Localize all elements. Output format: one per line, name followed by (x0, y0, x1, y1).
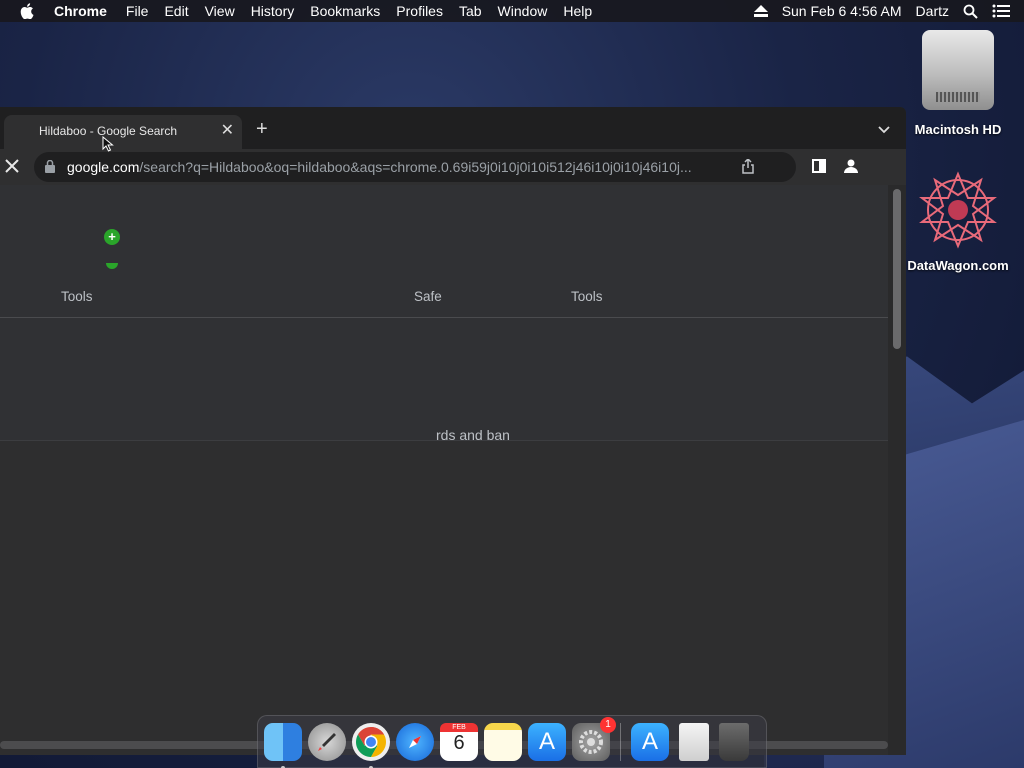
menu-profiles[interactable]: Profiles (396, 3, 443, 19)
page-content: + Tools Safe Tools rds and ban (0, 185, 906, 755)
mouse-pointer-icon (102, 135, 114, 157)
dock-finder-icon[interactable] (264, 722, 302, 768)
result-snippet: rds and ban (436, 427, 510, 443)
address-bar[interactable]: google.com/search?q=Hildaboo&oq=hildaboo… (34, 152, 796, 182)
header-divider (0, 317, 888, 318)
scrollbar-thumb[interactable] (893, 189, 901, 349)
dock-safari-icon[interactable] (396, 722, 434, 761)
hard-drive-icon (922, 30, 994, 110)
desktop-icon-label: DataWagon.com (907, 258, 1009, 273)
eject-icon[interactable] (753, 5, 768, 17)
results-area (0, 441, 888, 755)
dock-system-preferences-icon[interactable]: 1 (572, 716, 616, 761)
menu-window[interactable]: Window (498, 3, 548, 19)
dock-document-icon[interactable] (679, 722, 709, 761)
lock-icon[interactable] (45, 159, 55, 178)
tab-close-icon[interactable]: ✕ (221, 123, 234, 139)
desktop-icon-datawagon[interactable]: DataWagon.com (903, 168, 1013, 273)
dock-chrome-icon[interactable] (352, 722, 390, 768)
dock-notes-icon[interactable] (484, 722, 522, 761)
dock: FEB 6 A 1 A (257, 715, 767, 768)
chrome-window: Hildaboo - Google Search ✕ + google.com/… (0, 107, 906, 755)
tab-search-chevron-icon[interactable] (878, 121, 890, 139)
menu-view[interactable]: View (205, 3, 235, 19)
tab-strip: Hildaboo - Google Search ✕ + (0, 107, 906, 149)
menu-bar: Chrome File Edit View History Bookmarks … (0, 0, 1024, 22)
profile-avatar-icon[interactable] (843, 158, 859, 179)
browser-toolbar: google.com/search?q=Hildaboo&oq=hildaboo… (0, 149, 906, 185)
url-host: google.com (67, 159, 140, 175)
dock-trash-icon[interactable] (719, 722, 749, 761)
address-url[interactable]: google.com/search?q=Hildaboo&oq=hildaboo… (67, 159, 692, 175)
menu-bookmarks[interactable]: Bookmarks (310, 3, 380, 19)
stop-loading-icon[interactable] (4, 158, 20, 174)
menu-app-name[interactable]: Chrome (54, 3, 107, 19)
menu-tab[interactable]: Tab (459, 3, 482, 19)
menu-file[interactable]: File (126, 3, 149, 19)
calendar-day: 6 (453, 731, 465, 754)
spotlight-search-icon[interactable] (963, 4, 978, 19)
vertical-scrollbar[interactable] (888, 185, 906, 755)
safe-search-label[interactable]: Safe (414, 289, 442, 304)
side-panel-icon[interactable] (812, 159, 826, 178)
menu-edit[interactable]: Edit (164, 3, 188, 19)
dock-app-store-download-icon[interactable]: A (631, 722, 669, 761)
datawagon-logo-icon (916, 168, 1000, 252)
calendar-month: FEB (440, 722, 478, 732)
notification-badge: 1 (600, 716, 616, 733)
add-copy-badge-icon: + (104, 229, 120, 245)
url-path: /search?q=Hildaboo&oq=hildaboo&aqs=chrom… (139, 159, 692, 175)
menubar-clock[interactable]: Sun Feb 6 4:56 AM (782, 3, 902, 19)
menu-history[interactable]: History (251, 3, 295, 19)
desktop-icon-macintosh-hd[interactable]: Macintosh HD (903, 30, 1013, 137)
green-indicator-icon (106, 263, 118, 269)
dock-app-store-icon[interactable]: A (528, 722, 566, 761)
apple-menu-icon[interactable] (20, 3, 34, 19)
control-center-icon[interactable] (992, 4, 1010, 18)
share-icon[interactable] (742, 157, 754, 179)
tools-label-left[interactable]: Tools (61, 289, 93, 304)
tab-google-search[interactable]: Hildaboo - Google Search ✕ (4, 115, 242, 149)
menu-help[interactable]: Help (563, 3, 592, 19)
dock-launchpad-icon[interactable] (308, 722, 346, 761)
new-tab-icon[interactable]: + (256, 119, 268, 139)
desktop-icon-label: Macintosh HD (914, 122, 1002, 137)
dock-calendar-icon[interactable]: FEB 6 (440, 722, 478, 761)
menubar-user[interactable]: Dartz (916, 3, 949, 19)
tools-label-right[interactable]: Tools (571, 289, 603, 304)
dock-separator (620, 722, 621, 761)
